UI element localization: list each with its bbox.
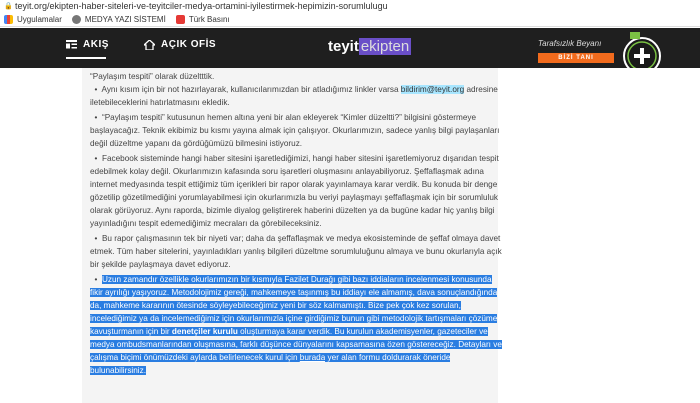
bookmark-turk-basini[interactable]: Türk Basını: [175, 14, 230, 24]
logo-main: teyit: [328, 38, 359, 55]
bold-text: denetçiler kurulu: [171, 327, 238, 336]
bookmark-label: MEDYA YAZI SİSTEMİ: [84, 14, 166, 24]
apps-grid-icon: [4, 14, 13, 24]
bookmark-label: Uygulamalar: [17, 14, 62, 24]
article-text: “Paylaşım tespiti” olarak düzeltttik. • …: [90, 70, 502, 377]
burada-link[interactable]: burada: [299, 353, 326, 362]
bullet-item: • Bu rapor çalışmasının tek bir niyeti v…: [90, 234, 502, 269]
left-gutter: [0, 68, 82, 403]
tarafsizlik-link[interactable]: Tarafsızlık Beyanı: [538, 39, 601, 48]
url-text[interactable]: teyit.org/ekipten-haber-siteleri-ve-teyi…: [15, 1, 388, 11]
article-line: “Paylaşım tespiti” olarak düzeltttik.: [90, 72, 215, 81]
bullet-item: • “Paylaşım tespiti” kutusunun hemen alt…: [90, 113, 500, 148]
email-link[interactable]: bildirim@teyit.org: [400, 85, 465, 94]
nav-akis-label: AKIŞ: [83, 39, 109, 50]
nav-acik-ofis[interactable]: AÇIK OFİS: [144, 39, 216, 50]
feed-icon: [66, 40, 77, 49]
office-icon: [144, 39, 155, 50]
bookmarks-bar: Uygulamalar MEDYA YAZI SİSTEMİ Türk Bası…: [0, 12, 700, 27]
bookmark-apps[interactable]: Uygulamalar: [4, 14, 62, 24]
active-underline: [66, 57, 106, 59]
bookmark-label: Türk Basını: [188, 14, 230, 24]
site-header: AKIŞ AÇIK OFİS teyit ekipten Tarafsızlık …: [0, 28, 700, 68]
bizi-tani-button[interactable]: BİZİ TANI: [538, 53, 614, 63]
nav-akis[interactable]: AKIŞ: [66, 39, 109, 59]
nav-acik-ofis-label: AÇIK OFİS: [161, 39, 217, 50]
address-bar[interactable]: 🔒 teyit.org/ekipten-haber-siteleri-ve-te…: [0, 0, 700, 12]
lock-icon: 🔒: [4, 2, 13, 10]
bullet-item: • Aynı kısım için bir not hazırlayarak, …: [90, 85, 498, 107]
globe-icon: [71, 14, 81, 24]
site-logo[interactable]: teyit ekipten: [328, 38, 412, 55]
right-sidebar: [498, 68, 700, 403]
bullet-item-selected: • Uzun zamandır özellikle okurlarımızın …: [90, 275, 502, 375]
bullet-item: • Facebook sisteminde hangi haber sitesi…: [90, 154, 499, 228]
bookmark-medya-yazi[interactable]: MEDYA YAZI SİSTEMİ: [71, 14, 166, 24]
flag-icon: [175, 14, 185, 24]
logo-sub: ekipten: [358, 38, 412, 55]
